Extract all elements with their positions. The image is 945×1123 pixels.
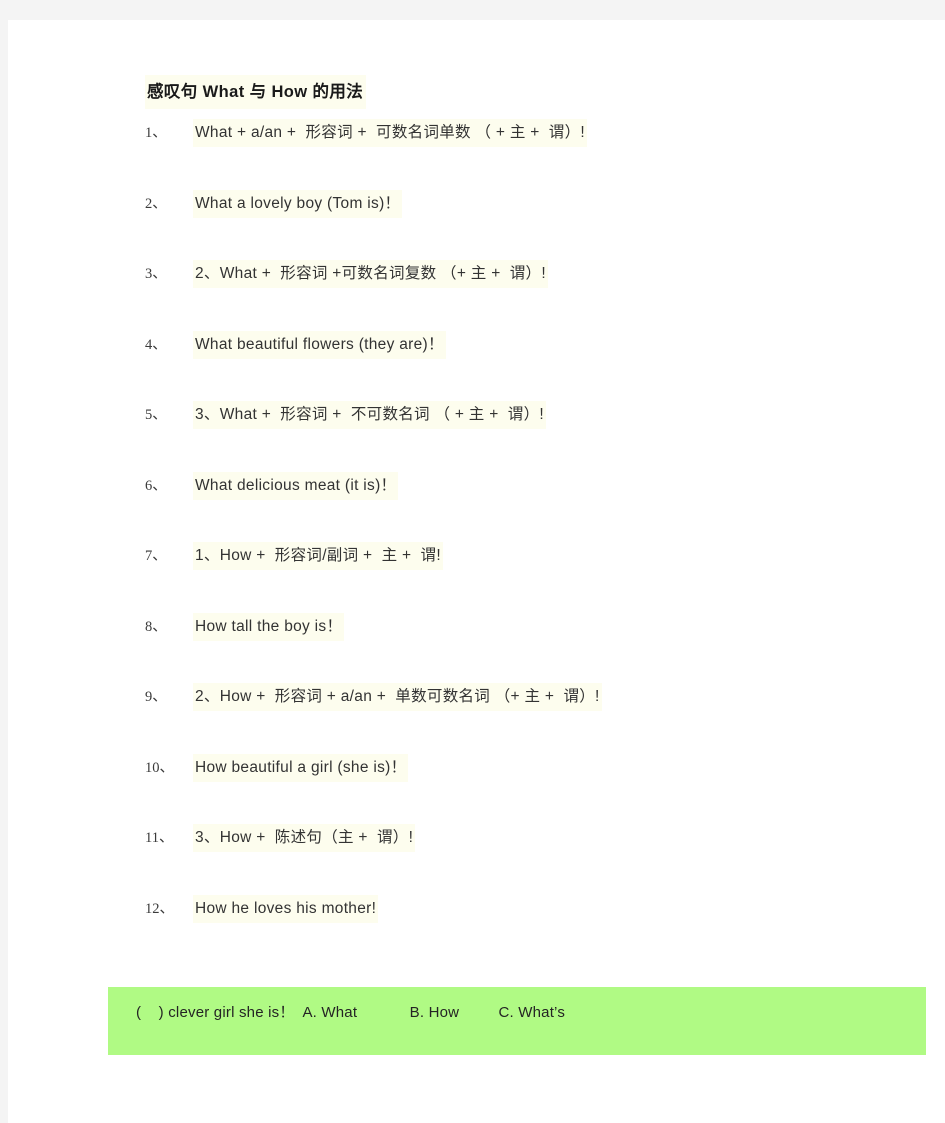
list-item-number: 7、 (145, 548, 167, 564)
list-item-number: 1、 (145, 125, 167, 141)
list-item-number: 11、 (145, 830, 174, 846)
list-item: 5、 3、What + 形容词 + 不可数名词 （ + 主 + 谓）! (8, 401, 945, 472)
list-item-text: How beautiful a girl (she is)！ (193, 753, 409, 782)
list-item-number: 12、 (145, 900, 174, 917)
list-item: 6、 What delicious meat (it is)！ (8, 471, 945, 543)
list-item-number: 9、 (145, 689, 167, 705)
list-item-number: 3、 (145, 266, 167, 282)
list-item: 12、 How he loves his mother! (8, 894, 945, 966)
quiz-highlight-block: ( ) clever girl she is！ A. What B. How C… (108, 987, 926, 1055)
list-item: 4、 What beautiful flowers (they are)！ (8, 330, 945, 402)
list-item-text: 3、What + 形容词 + 不可数名词 （ + 主 + 谓）! (193, 401, 546, 429)
list-item-text: How he loves his mother! (193, 894, 379, 923)
quiz-question-text: ( ) clever girl she is！ A. What B. How C… (136, 1004, 566, 1021)
list-item-number: 8、 (145, 618, 167, 635)
page-title: 感叹句 What 与 How 的用法 (145, 75, 367, 109)
list-item: 8、 How tall the boy is！ (8, 612, 945, 684)
list-item-number: 6、 (145, 477, 167, 494)
list-item-text: 2、What + 形容词 +可数名词复数 （+ 主 + 谓）! (193, 260, 548, 288)
grammar-list: 1、 What + a/an + 形容词 + 可数名词单数 （ + 主 + 谓）… (8, 119, 945, 965)
list-item-text: What beautiful flowers (they are)！ (193, 330, 446, 359)
list-item-number: 5、 (145, 407, 167, 423)
list-item-number: 4、 (145, 336, 167, 353)
list-item: 10、 How beautiful a girl (she is)！ (8, 753, 945, 825)
list-item-text: 1、How + 形容词/副词 + 主 + 谓! (193, 542, 443, 570)
list-item: 7、 1、How + 形容词/副词 + 主 + 谓! (8, 542, 945, 613)
list-item-text: What + a/an + 形容词 + 可数名词单数 （ + 主 + 谓）! (193, 119, 587, 147)
list-item-text: What delicious meat (it is)！ (193, 471, 399, 500)
document-page: 感叹句 What 与 How 的用法 1、 What + a/an + 形容词 … (8, 20, 945, 1123)
top-chrome-band (0, 0, 945, 20)
list-item: 11、 3、How + 陈述句（主 + 谓）! (8, 824, 945, 895)
list-item: 9、 2、How + 形容词 + a/an + 单数可数名词 （+ 主 + 谓）… (8, 683, 945, 754)
list-item-number: 10、 (145, 759, 174, 776)
list-item-text: 2、How + 形容词 + a/an + 单数可数名词 （+ 主 + 谓）! (193, 683, 602, 711)
list-item: 2、 What a lovely boy (Tom is)！ (8, 189, 945, 261)
document-body: 感叹句 What 与 How 的用法 1、 What + a/an + 形容词 … (8, 20, 945, 1055)
list-item: 1、 What + a/an + 形容词 + 可数名词单数 （ + 主 + 谓）… (8, 119, 945, 190)
left-chrome-strip (0, 0, 8, 1123)
title-row: 感叹句 What 与 How 的用法 (8, 75, 945, 119)
list-item: 3、 2、What + 形容词 +可数名词复数 （+ 主 + 谓）! (8, 260, 945, 331)
list-item-text: 3、How + 陈述句（主 + 谓）! (193, 824, 416, 852)
list-item-text: How tall the boy is！ (193, 612, 345, 641)
list-item-text: What a lovely boy (Tom is)！ (193, 189, 403, 218)
list-item-number: 2、 (145, 195, 167, 212)
